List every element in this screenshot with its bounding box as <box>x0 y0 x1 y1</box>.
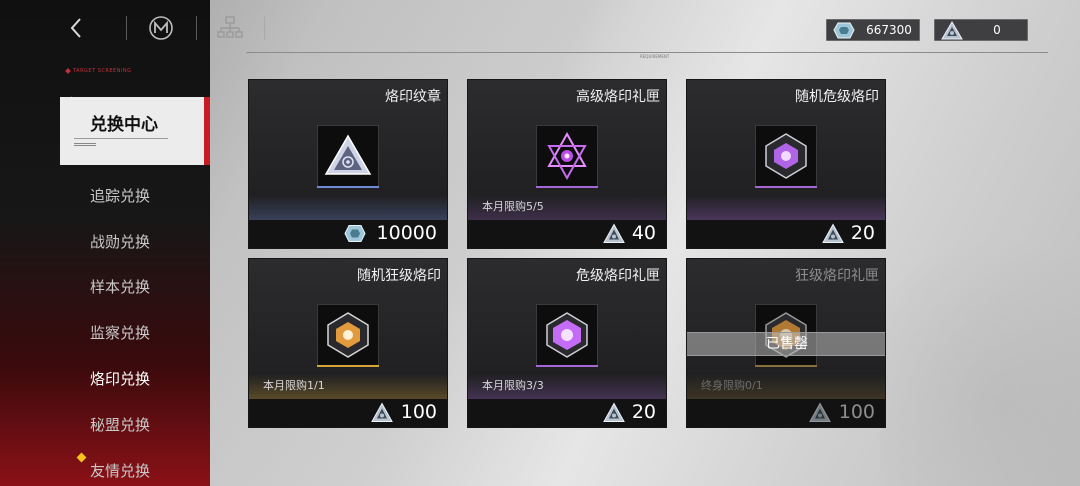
currency-brand-token[interactable]: 0 <box>934 19 1028 41</box>
rarity-line <box>755 365 817 367</box>
dodecahedron-gold-icon <box>317 304 379 366</box>
sidebar-item-friendship[interactable]: 友情兑换 <box>0 451 210 486</box>
brand-token-amount: 0 <box>993 23 1001 37</box>
divider <box>264 16 265 40</box>
price-bar: 20 <box>468 399 666 427</box>
divider <box>126 16 127 40</box>
dodecahedron-purple-icon <box>755 125 817 187</box>
hierarchy-icon[interactable] <box>216 15 244 41</box>
sidebar-item-exchange-center[interactable]: 兑换中心 <box>60 97 210 165</box>
target-screening-tag: TARGET SCREENING <box>65 67 132 74</box>
item-price: 100 <box>838 401 875 423</box>
top-nav <box>0 0 270 56</box>
item-name: 狂级烙印礼匣 <box>795 268 879 284</box>
brand-token-icon <box>603 402 625 423</box>
item-price: 40 <box>631 222 656 244</box>
item-price: 20 <box>631 401 656 423</box>
price-bar: 40 <box>468 220 666 248</box>
purchase-limit: 本月限购3/3 <box>482 379 544 392</box>
sidebar-item-sample[interactable]: 样本兑换 <box>0 267 210 307</box>
crystal-currency-icon <box>344 223 366 244</box>
sidebar-item-honor[interactable]: 战勋兑换 <box>0 222 210 262</box>
shop-item-card[interactable]: 危级烙印礼匣 本月限购3/3 20 <box>467 258 667 428</box>
currency-crystal[interactable]: 667300 <box>826 19 920 41</box>
background-emblem <box>880 200 1080 486</box>
brand-token-icon <box>822 223 844 244</box>
brand-token-icon <box>809 402 831 423</box>
crystal-currency-icon <box>833 21 855 40</box>
sidebar-item-brand[interactable]: 烙印兑换 <box>0 359 210 399</box>
shop-item-card-sold-out: 狂级烙印礼匣 终身限购0/1 100 已售罄 <box>686 258 886 428</box>
item-name: 随机狂级烙印 <box>357 268 441 284</box>
price-bar: 10000 <box>249 220 447 248</box>
item-name: 危级烙印礼匣 <box>576 268 660 284</box>
sidebar: TARGET SCREENING 兑换中心 追踪兑换 战勋兑换 样本兑换 监察兑… <box>0 0 210 486</box>
target-screening-text: TARGET SCREENING <box>73 68 132 74</box>
item-name: 高级烙印礼匣 <box>576 89 660 105</box>
divider <box>74 138 168 139</box>
purchase-limit: 终身限购0/1 <box>701 379 763 392</box>
brand-emblem-icon <box>317 125 379 187</box>
shop-item-card[interactable]: 高级烙印礼匣 本月限购5/5 40 <box>467 79 667 249</box>
purchase-limit: 本月限购1/1 <box>263 379 325 392</box>
brand-token-icon <box>603 223 625 244</box>
brand-token-icon <box>371 402 393 423</box>
active-indicator <box>204 97 210 165</box>
hexagon-box-purple-icon <box>536 304 598 366</box>
item-price: 10000 <box>376 222 437 244</box>
rarity-glow <box>687 195 885 222</box>
rarity-line <box>317 186 379 188</box>
item-name: 随机危级烙印 <box>795 89 879 105</box>
rarity-line <box>317 365 379 367</box>
sold-out-banner: 已售罄 <box>687 332 885 356</box>
divider <box>196 16 197 40</box>
back-icon[interactable] <box>64 14 90 42</box>
decor-lines <box>74 143 96 146</box>
rarity-line <box>536 186 598 188</box>
rarity-line <box>536 365 598 367</box>
item-price: 100 <box>400 401 437 423</box>
price-bar: 20 <box>687 220 885 248</box>
hexagram-box-icon <box>536 125 598 187</box>
brand-token-icon <box>941 21 963 40</box>
sidebar-item-tracking[interactable]: 追踪兑换 <box>0 176 210 216</box>
rarity-line <box>755 186 817 188</box>
sidebar-item-secret-alliance[interactable]: 秘盟兑换 <box>0 405 210 445</box>
price-bar: 100 <box>249 399 447 427</box>
m-logo-icon[interactable] <box>147 14 175 42</box>
sidebar-item-monitor[interactable]: 监察兑换 <box>0 313 210 353</box>
shop-item-card[interactable]: 烙印纹章 10000 <box>248 79 448 249</box>
sidebar-active-label: 兑换中心 <box>90 115 158 135</box>
crystal-amount: 667300 <box>866 23 912 37</box>
shop-item-card[interactable]: 随机危级烙印 20 <box>686 79 886 249</box>
header-caption: REQUIREMENT <box>640 54 670 59</box>
shop-item-card[interactable]: 随机狂级烙印 本月限购1/1 100 <box>248 258 448 428</box>
purchase-limit: 本月限购5/5 <box>482 200 544 213</box>
rarity-glow <box>249 195 447 222</box>
item-price: 20 <box>850 222 875 244</box>
price-bar: 100 <box>687 399 885 427</box>
item-name: 烙印纹章 <box>385 89 441 105</box>
header-rule <box>246 52 1048 53</box>
